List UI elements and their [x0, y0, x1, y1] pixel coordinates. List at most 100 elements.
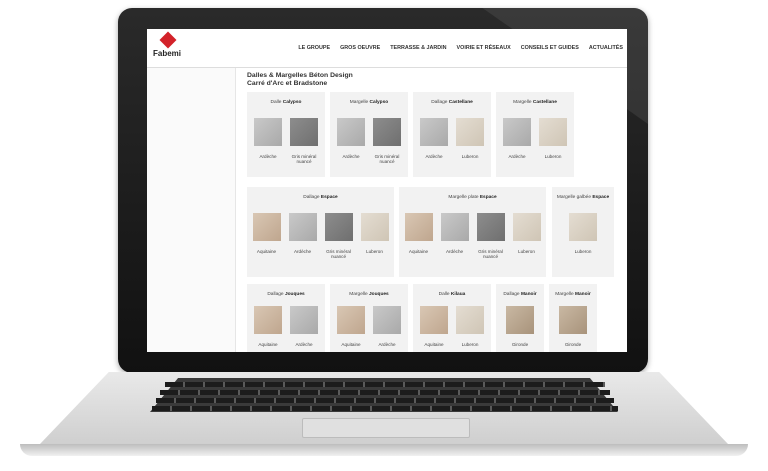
color-swatch[interactable] — [360, 213, 389, 241]
brand-name: Fabemi — [153, 49, 182, 58]
card-title-prefix: Dalle — [270, 100, 283, 105]
brand-logo[interactable]: Fabemi — [153, 31, 183, 64]
color-swatch[interactable] — [456, 118, 484, 146]
swatch-label: Ardèche — [259, 154, 277, 159]
color-swatch[interactable] — [404, 213, 433, 241]
product-card[interactable]: Dallage Castellane Ardèche Luberon — [413, 92, 491, 177]
card-title-name: Manoir — [575, 292, 591, 297]
swatch-label: Luberon — [574, 249, 592, 254]
nav-item-gros-oeuvre[interactable]: GROS OEUVRE — [340, 45, 380, 51]
product-card[interactable]: Margelle Manoir Gironde — [549, 284, 597, 352]
swatch-label: Aquitaine — [256, 249, 277, 254]
browser-viewport: Fabemi LE GROUPE GROS OEUVRE TERRASSE & … — [147, 29, 627, 352]
card-title-name: Kilaua — [450, 292, 466, 297]
swatch-label: Ardèche — [295, 342, 313, 347]
product-card[interactable]: Margelle plate Espace Aquitaine Ardèche Gri… — [399, 187, 546, 277]
product-card[interactable]: Margelle Castellane Ardèche Luberon — [496, 92, 574, 177]
card-title: Dallage Castellane — [413, 100, 491, 105]
swatch-label: Aquitaine — [258, 342, 278, 347]
card-title-prefix: Margelle galbée — [556, 195, 593, 200]
card-title: Margelle Castellane — [496, 100, 574, 105]
color-swatch[interactable] — [254, 118, 282, 146]
card-title-name: Espace — [479, 195, 497, 200]
key-row — [156, 398, 614, 403]
color-swatch[interactable] — [324, 213, 353, 241]
card-title: Dallage Manoir — [496, 292, 544, 297]
color-swatch[interactable] — [506, 306, 534, 334]
product-card[interactable]: Margelle galbée Espace Luberon — [552, 187, 614, 277]
color-swatch[interactable] — [539, 118, 567, 146]
card-title-name: Calypso — [369, 100, 389, 105]
laptop-mockup: Fabemi LE GROUPE GROS OEUVRE TERRASSE & … — [0, 0, 768, 471]
key-row — [152, 406, 618, 411]
main-nav: LE GROUPE GROS OEUVRE TERRASSE & JARDIN … — [298, 45, 623, 51]
main-content: Dalles & Margelles Béton Design Carré d'… — [247, 72, 623, 352]
card-title: Dalle Kilaua — [413, 292, 491, 297]
site-header: Fabemi LE GROUPE GROS OEUVRE TERRASSE & … — [147, 29, 627, 68]
product-card[interactable]: Dallage Espace Aquitaine Ardèche Gris minér… — [247, 187, 394, 277]
card-title: Dallage Jouques — [247, 292, 325, 297]
swatch-label: Ardèche — [425, 154, 443, 159]
color-swatch[interactable] — [559, 306, 587, 334]
card-title-prefix: Dalle — [438, 292, 451, 297]
swatch-label: Luberon — [461, 154, 479, 159]
color-swatch[interactable] — [420, 118, 448, 146]
card-title-name: Manoir — [520, 292, 537, 297]
nav-item-le-groupe[interactable]: LE GROUPE — [298, 45, 330, 51]
card-title-name: Castellane — [448, 100, 473, 105]
card-title-name: Castellane — [532, 100, 557, 105]
color-swatch[interactable] — [420, 306, 448, 334]
card-title-prefix: Margelle — [349, 100, 370, 105]
color-swatch[interactable] — [252, 213, 281, 241]
logo-diamond-icon — [159, 31, 177, 49]
card-title: Margelle galbée Espace — [552, 195, 614, 200]
card-title: Margelle Calypso — [330, 100, 408, 105]
swatch-label: Ardèche — [378, 342, 396, 347]
color-swatch[interactable] — [290, 306, 318, 334]
color-swatch[interactable] — [254, 306, 282, 334]
product-card[interactable]: Dalle Calypso Ardèche Gris minéral nuancé — [247, 92, 325, 177]
swatch-label: Gironde — [511, 342, 529, 347]
color-swatch[interactable] — [503, 118, 531, 146]
card-title-name: Espace — [592, 195, 610, 200]
swatch-label: Aquitaine — [341, 342, 361, 347]
product-card[interactable]: Dalle Kilaua Aquitaine Luberon — [413, 284, 491, 352]
color-swatch[interactable] — [337, 118, 365, 146]
card-title-name: Jouques — [369, 292, 389, 297]
card-title: Margelle plate Espace — [399, 195, 546, 200]
nav-item-conseils-guides[interactable]: CONSEILS ET GUIDES — [521, 45, 579, 51]
color-swatch[interactable] — [373, 118, 401, 146]
nav-item-actualites[interactable]: ACTUALITÉS — [589, 45, 623, 51]
swatch-label: Gris minéral nuancé — [291, 154, 317, 165]
product-card[interactable]: Margelle Jouques Aquitaine Ardèche — [330, 284, 408, 352]
color-swatch[interactable] — [440, 213, 469, 241]
color-swatch[interactable] — [373, 306, 401, 334]
swatch-label: Gris minéral nuancé — [478, 249, 503, 260]
swatch-label: Aquitaine — [408, 249, 429, 254]
nav-item-terrasse-jardin[interactable]: TERRASSE & JARDIN — [390, 45, 446, 51]
swatch-label: Gris minéral nuancé — [374, 154, 400, 165]
color-swatch[interactable] — [288, 213, 317, 241]
swatch-label: Aquitaine — [424, 342, 444, 347]
product-card[interactable]: Dallage Manoir Gironde — [496, 284, 544, 352]
card-title-name: Calypso — [282, 100, 302, 105]
card-title: Dallage Espace — [247, 195, 394, 200]
color-swatch[interactable] — [569, 213, 597, 241]
color-swatch[interactable] — [337, 306, 365, 334]
card-title-prefix: Margelle plate — [448, 195, 480, 200]
swatch-label: Gris minéral nuancé — [326, 249, 351, 260]
color-swatch[interactable] — [476, 213, 505, 241]
card-title-prefix: Dallage — [431, 100, 449, 105]
nav-item-voirie-reseaux[interactable]: VOIRIE ET RÉSEAUX — [457, 45, 511, 51]
card-title: Margelle Manoir — [549, 292, 597, 297]
card-title-prefix: Margelle — [513, 100, 533, 105]
trackpad — [302, 418, 470, 438]
product-card[interactable]: Dallage Jouques Aquitaine Ardèche — [247, 284, 325, 352]
color-swatch[interactable] — [512, 213, 541, 241]
color-swatch[interactable] — [456, 306, 484, 334]
product-card[interactable]: Margelle Calypso Ardèche Gris minéral nuan… — [330, 92, 408, 177]
card-title: Dalle Calypso — [247, 100, 325, 105]
color-swatch[interactable] — [290, 118, 318, 146]
card-title-name: Espace — [320, 195, 338, 200]
swatch-label: Gironde — [564, 342, 582, 347]
